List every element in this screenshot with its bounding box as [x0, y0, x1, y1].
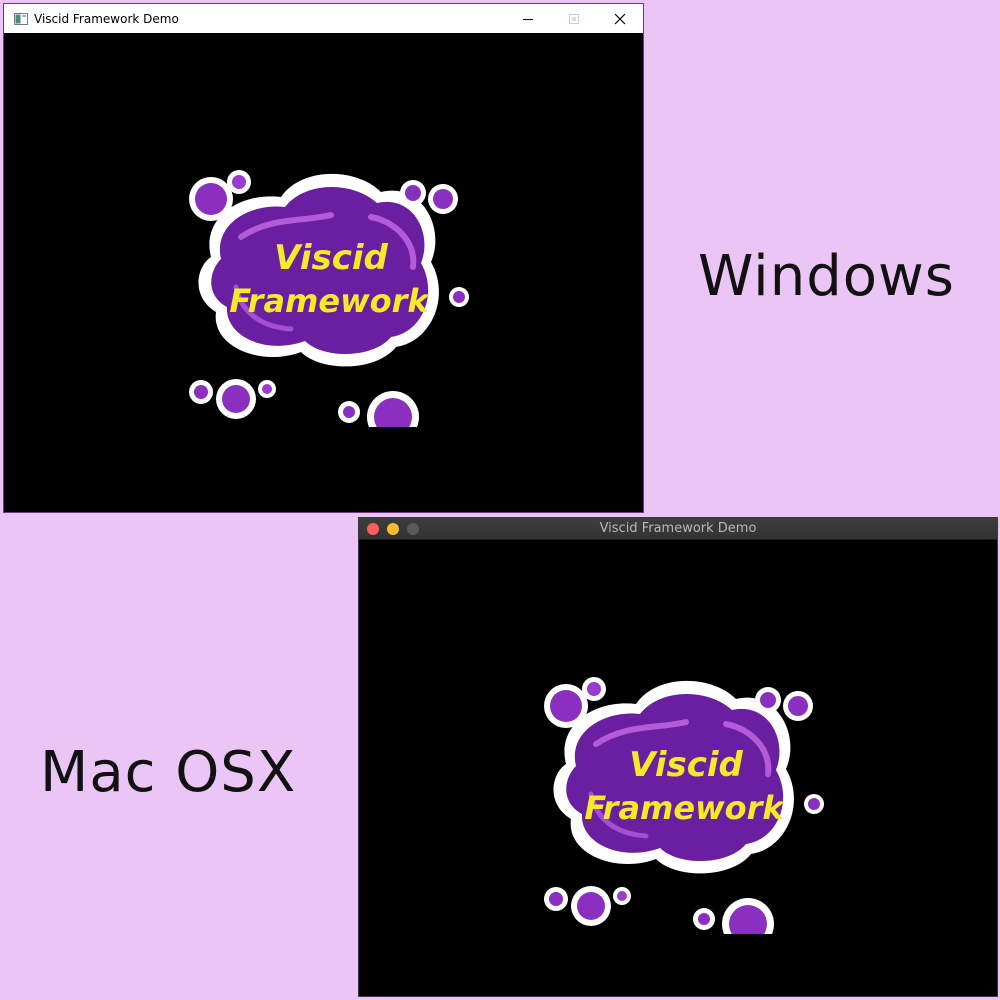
maximize-icon [569, 13, 579, 24]
logo-line2: Framework [584, 789, 785, 827]
close-icon [614, 13, 626, 24]
mac-content-area: Viscid Framework [359, 540, 997, 996]
minimize-button[interactable] [505, 4, 551, 33]
mac-window-title: Viscid Framework Demo [599, 521, 757, 536]
mac-window: Viscid Framework Demo Viscid Framework [358, 517, 998, 997]
logo-line2: Framework [229, 282, 430, 320]
caption-windows: Windows [698, 244, 955, 309]
maximize-button[interactable] [551, 4, 597, 33]
windows-window-title: Viscid Framework Demo [34, 11, 179, 26]
close-button[interactable] [597, 4, 643, 33]
logo-line1: Viscid [629, 745, 743, 785]
caption-mac: Mac OSX [40, 740, 297, 805]
mac-titlebar[interactable]: Viscid Framework Demo [359, 518, 997, 540]
windows-titlebar[interactable]: Viscid Framework Demo [4, 4, 643, 33]
viscid-logo: Viscid Framework [544, 677, 824, 934]
minimize-icon [523, 18, 533, 20]
viscid-logo: Viscid Framework [189, 170, 469, 427]
windows-content-area: Viscid Framework [4, 33, 643, 512]
windows-window: Viscid Framework Demo Viscid Framework [3, 3, 644, 513]
logo-line1: Viscid [274, 238, 388, 278]
app-window-icon [13, 11, 29, 27]
